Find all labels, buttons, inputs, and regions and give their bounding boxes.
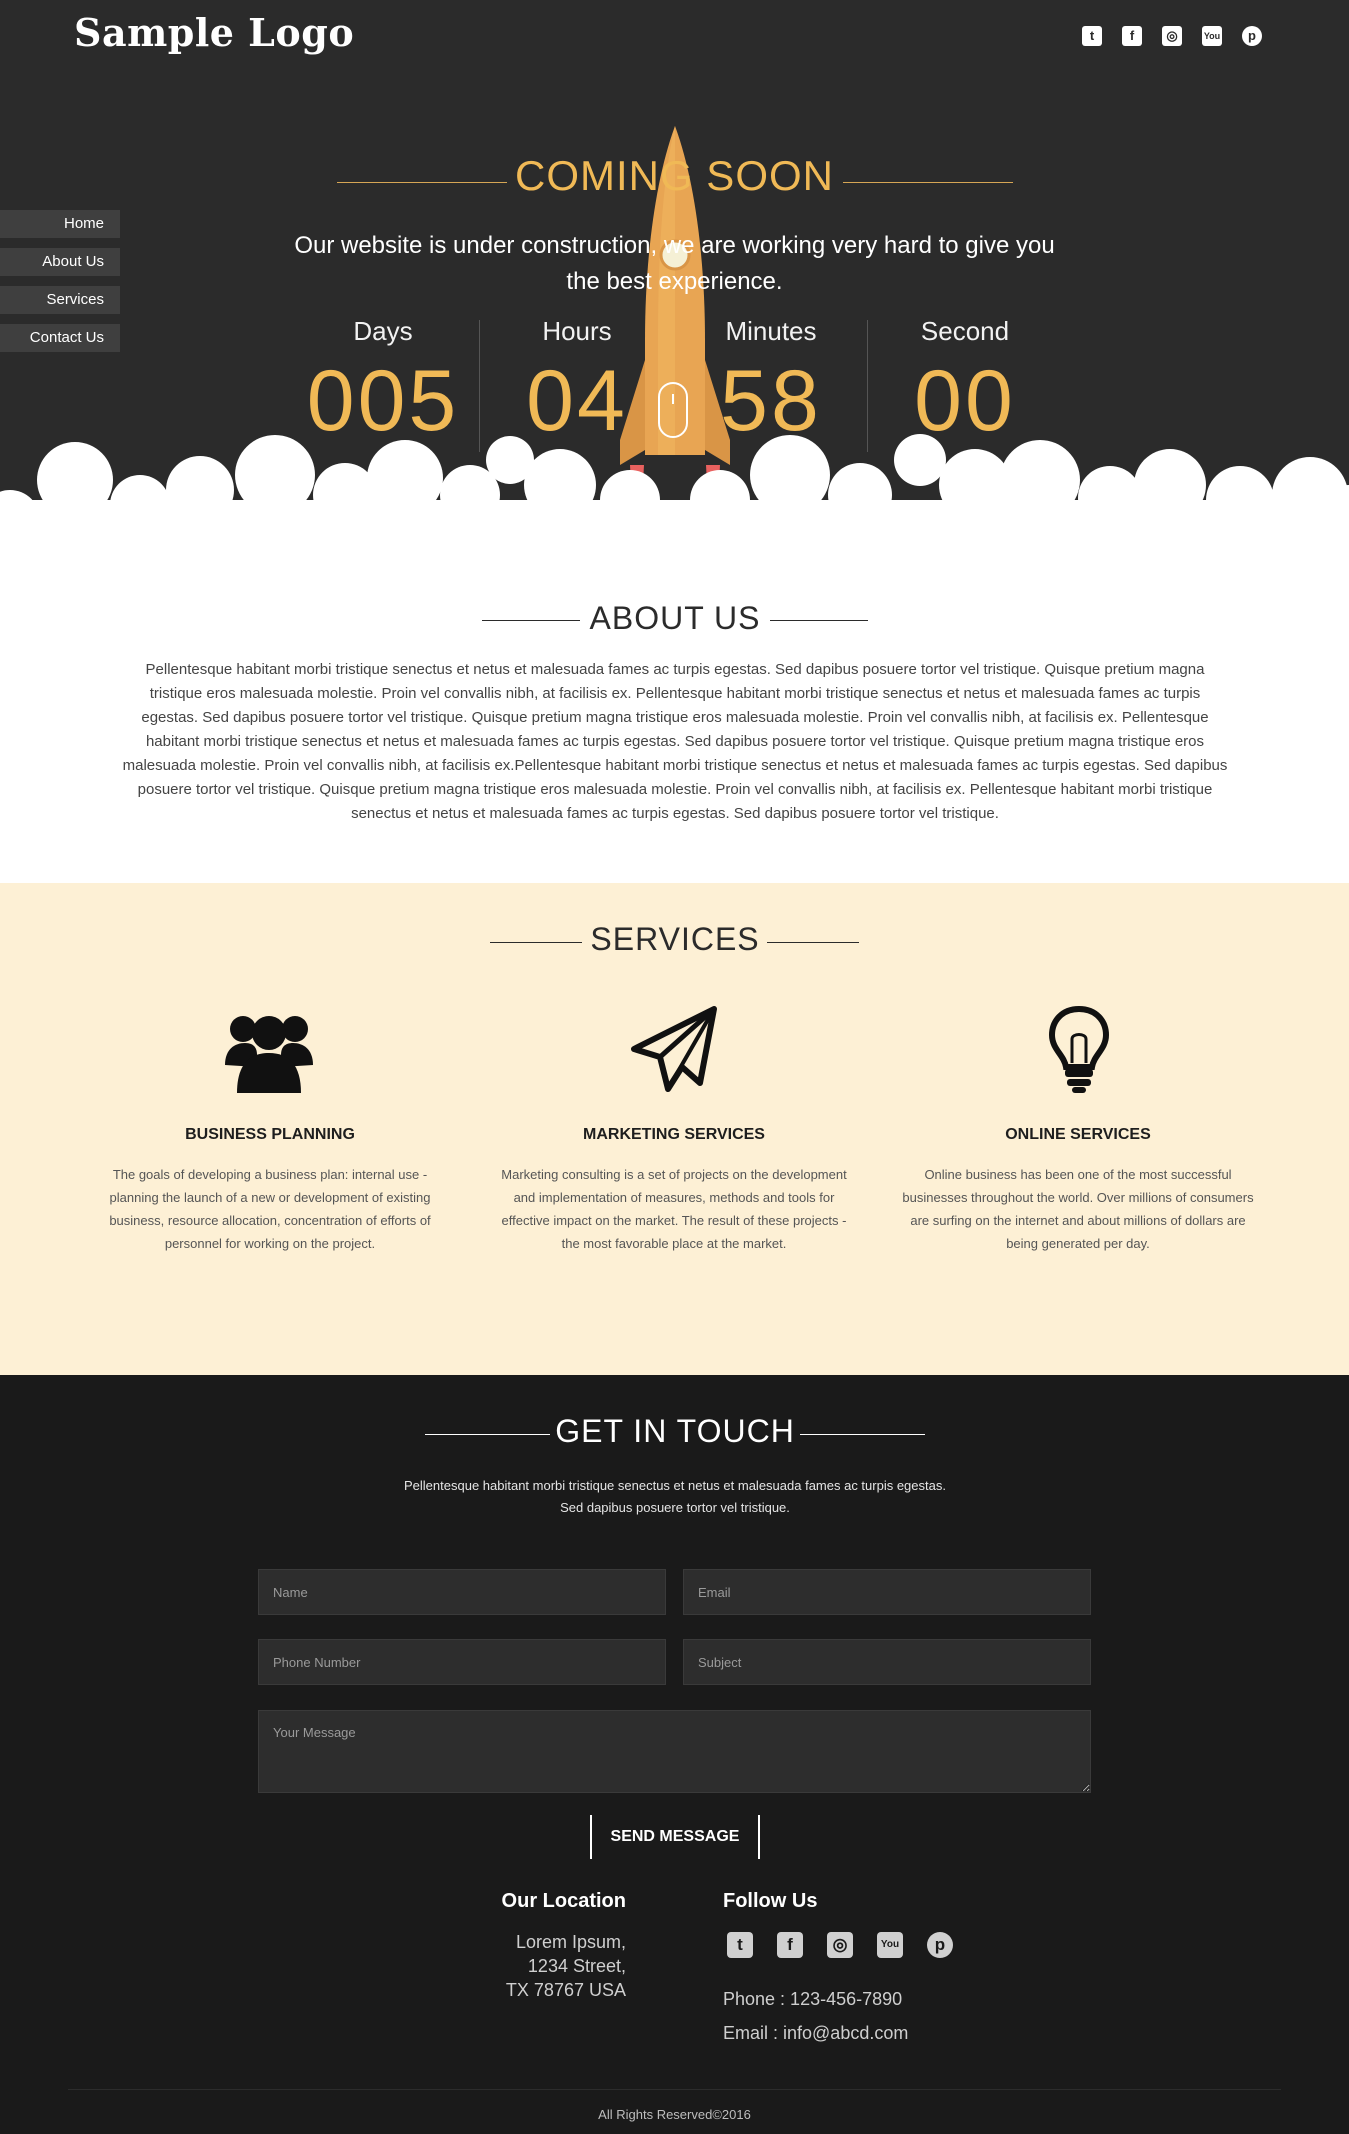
service-description: The goals of developing a business plan:…: [109, 1167, 431, 1251]
message-field[interactable]: [258, 1710, 1091, 1793]
coming-soon-title: COMING SOON: [514, 152, 834, 199]
service-title: BUSINESS PLANNING: [185, 1126, 355, 1143]
nav-item-about-us[interactable]: About Us: [0, 248, 120, 276]
email-field[interactable]: [683, 1569, 1091, 1615]
location-heading: Our Location: [501, 1890, 626, 1912]
countdown-hours-label: Hours: [542, 316, 612, 346]
users-group-icon: [225, 1016, 313, 1093]
footer-divider: [68, 2089, 1281, 2090]
service-description: Online business has been one of the most…: [902, 1167, 1254, 1251]
location-address: Lorem Ipsum, 1234 Street, TX 78767 USA: [505, 1932, 626, 2000]
contact-title: GET IN TOUCH: [555, 1413, 795, 1449]
lightbulb-icon: [1048, 1005, 1110, 1093]
facebook-icon[interactable]: f: [777, 1932, 803, 1958]
pinterest-icon[interactable]: p: [1242, 26, 1266, 50]
services-rule-right: [767, 942, 859, 943]
side-navigation: Home About Us Services Contact Us: [0, 210, 120, 362]
youtube-icon[interactable]: You: [877, 1932, 903, 1958]
services-rule-left: [490, 942, 582, 943]
about-rule-left: [482, 620, 580, 621]
service-description: Marketing consulting is a set of project…: [501, 1167, 847, 1251]
youtube-icon[interactable]: You: [1202, 26, 1226, 50]
facebook-icon[interactable]: f: [1122, 26, 1146, 50]
nav-item-contact-us[interactable]: Contact Us: [0, 324, 120, 352]
service-title: ONLINE SERVICES: [1005, 1126, 1151, 1143]
about-rule-right: [770, 620, 868, 621]
instagram-icon[interactable]: ◎: [827, 1932, 853, 1958]
contact-section: GET IN TOUCH Pellentesque habitant morbi…: [0, 1375, 1349, 2134]
copyright-text: All Rights Reserved©2016: [598, 2107, 751, 2122]
phone-number-field[interactable]: [258, 1639, 666, 1685]
subject-field[interactable]: [683, 1639, 1091, 1685]
countdown-minutes-label: Minutes: [725, 316, 817, 346]
name-field[interactable]: [258, 1569, 666, 1615]
instagram-icon[interactable]: ◎: [1162, 26, 1186, 50]
hero-section: Sample Logo t f ◎ You p Home About Us Se…: [0, 0, 1349, 560]
send-message-button[interactable]: SEND MESSAGE: [590, 1815, 760, 1859]
contact-rule-right: [800, 1434, 925, 1435]
twitter-icon[interactable]: t: [1082, 26, 1106, 50]
paper-plane-icon: [631, 1006, 717, 1092]
twitter-icon[interactable]: t: [727, 1932, 753, 1958]
pinterest-icon[interactable]: p: [927, 1932, 953, 1958]
clouds-illustration: [0, 434, 1349, 560]
site-logo[interactable]: Sample Logo: [74, 10, 354, 55]
services-section: SERVICES BUSINESS PLANNING The goals of …: [0, 883, 1349, 1375]
contact-intro: Pellentesque habitant morbi tristique se…: [404, 1478, 946, 1515]
follow-heading: Follow Us: [723, 1890, 818, 1912]
countdown-days-label: Days: [353, 316, 413, 346]
services-title: SERVICES: [590, 921, 760, 957]
about-text: Pellentesque habitant morbi tristique se…: [122, 661, 1228, 822]
hero-subtitle: Our website is under construction, we ar…: [294, 232, 1055, 295]
phone-text: Phone : 123-456-7890: [723, 1989, 903, 2009]
contact-rule-left: [425, 1434, 550, 1435]
about-title: ABOUT US: [589, 600, 761, 636]
nav-item-home[interactable]: Home: [0, 210, 120, 238]
service-title: MARKETING SERVICES: [583, 1126, 765, 1143]
email-text: Email : info@abcd.com: [723, 2023, 909, 2043]
countdown-second-label: Second: [920, 316, 1010, 346]
nav-item-services[interactable]: Services: [0, 286, 120, 314]
